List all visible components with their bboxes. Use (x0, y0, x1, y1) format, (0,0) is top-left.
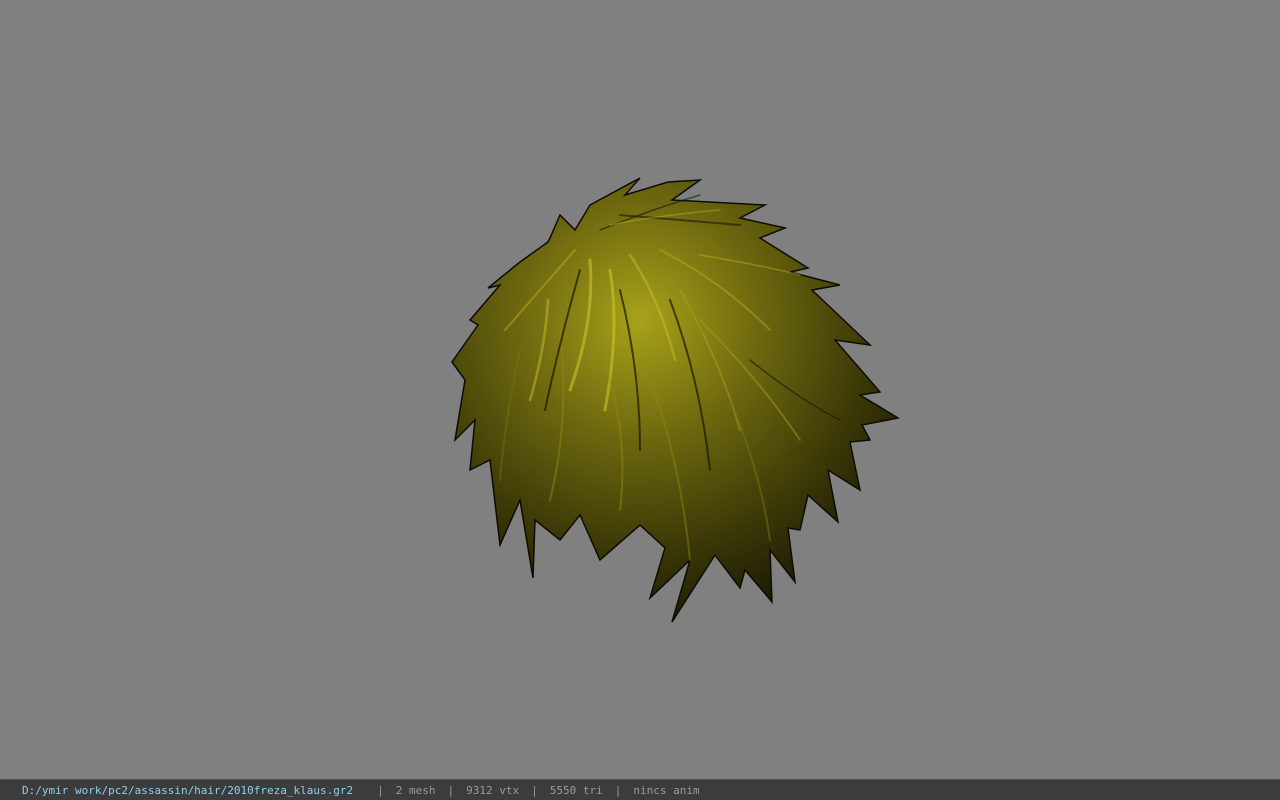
3d-viewport[interactable] (0, 0, 1280, 779)
triangle-count: 5550 tri (549, 783, 603, 797)
separator: | (377, 783, 384, 797)
mesh-count: 2 mesh (395, 783, 436, 797)
separator: | (447, 783, 455, 797)
hair-model-render[interactable] (0, 0, 1280, 779)
status-bar: D:/ymir work/pc2/assassin/hair/2010freza… (0, 779, 1280, 800)
file-path: D:/ymir work/pc2/assassin/hair/2010freza… (22, 783, 354, 797)
separator: | (614, 783, 622, 797)
hair-silhouette (451, 177, 901, 623)
vertex-count: 9312 vtx (466, 783, 520, 797)
separator: | (531, 783, 538, 797)
animation-status: nincs anim (633, 783, 700, 797)
